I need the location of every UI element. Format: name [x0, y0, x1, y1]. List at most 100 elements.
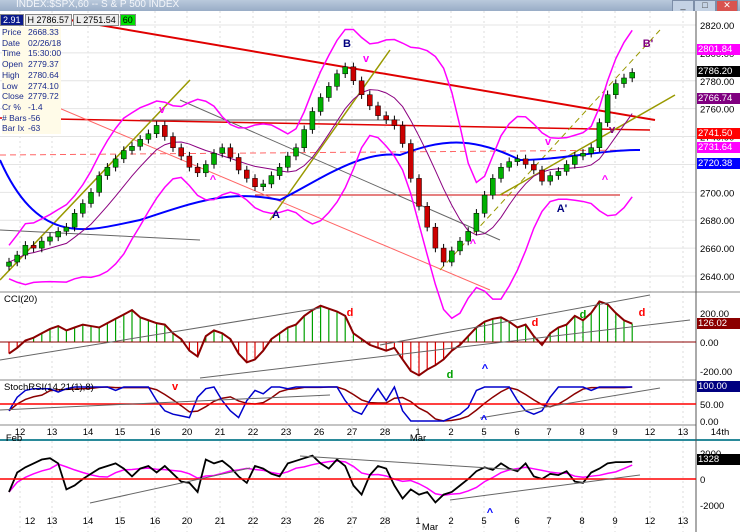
x-tick-label: 2 [448, 516, 453, 527]
candle [375, 105, 381, 116]
candle [162, 125, 168, 137]
annotation-label: ^ [487, 507, 494, 519]
candle [178, 147, 184, 157]
panel-title: CCI(20) [4, 294, 37, 305]
candle [112, 158, 119, 168]
x-tick-label: 12 [645, 516, 656, 527]
info-row: Time 15:30:00 [2, 48, 61, 59]
x-tick-label: 26 [314, 516, 325, 527]
x-tick-label: 15 [115, 427, 126, 438]
x-tick-label: 15 [115, 516, 126, 527]
candle [203, 164, 209, 174]
info-value: 2668.33 [28, 27, 59, 37]
x-tick-label: 8 [579, 516, 584, 527]
low-value: L 2751.54 [73, 14, 119, 26]
candle [506, 161, 512, 168]
info-value: -56 [28, 112, 41, 123]
annotation-label: ^ [602, 174, 609, 186]
candle [580, 153, 586, 157]
candle [547, 175, 553, 182]
candle [588, 147, 594, 154]
x-tick-label: 27 [347, 427, 358, 438]
info-label: Price [2, 27, 22, 37]
info-value: 02/26/18 [28, 37, 62, 48]
x-tick-label: 12 [25, 516, 36, 527]
candle [604, 94, 611, 123]
candle [104, 166, 111, 176]
candle [194, 166, 201, 174]
x-tick-label: 9 [612, 516, 617, 527]
candle [342, 66, 348, 75]
y-tick-label: -200.00 [700, 367, 732, 378]
candle [383, 115, 389, 121]
candle [367, 94, 373, 107]
x-tick-label: 8 [579, 427, 584, 438]
x-tick-label: 12 [645, 427, 656, 438]
annotation-label: v [545, 136, 552, 148]
x-tick-label: 7 [546, 427, 551, 438]
candle [293, 147, 299, 157]
x-tick-label: 6 [514, 427, 519, 438]
candle [55, 231, 61, 238]
y-tick-label: 0 [700, 475, 705, 486]
x-tick-label: 26 [314, 427, 325, 438]
candle [219, 147, 225, 154]
candle [6, 261, 12, 267]
candle [170, 136, 176, 148]
annotation-label: d [580, 309, 587, 321]
interval-badge[interactable]: 60 [119, 14, 136, 26]
x-tick-label: 14th [711, 427, 730, 438]
annotation-label: d [639, 307, 646, 319]
candle [39, 240, 45, 249]
candle [334, 73, 340, 87]
candle [63, 226, 70, 232]
annotation-label: d [347, 307, 354, 319]
data-window: Price 2668.33 Date 02/26/18 Time 15:30:00 Open… [2, 27, 62, 135]
candle [563, 164, 570, 172]
candle [621, 77, 627, 84]
x-tick-label: 14 [83, 427, 94, 438]
candle [317, 97, 324, 112]
info-value: 2774.10 [28, 80, 59, 91]
annotation-label: ^ [210, 174, 217, 186]
x-tick-label: 16 [150, 516, 161, 527]
candle [309, 111, 316, 130]
candle [473, 212, 480, 232]
x-tick-label: 6 [514, 516, 519, 527]
x-tick-label: 28 [380, 427, 391, 438]
info-row: Close 2779.72 [2, 91, 61, 102]
candle [326, 86, 332, 98]
price-tag: 2741.50 [697, 128, 740, 140]
info-row: Cr % -1.4 [2, 102, 61, 113]
candle [137, 139, 143, 147]
info-label: Cr % [2, 101, 21, 112]
x-tick-label: 14 [83, 516, 94, 527]
cci-tag: 126.02 [697, 317, 740, 329]
candle [121, 150, 127, 160]
x-tick-label: 23 [281, 427, 292, 438]
info-label: Bar Ix [2, 123, 25, 134]
x-tick-label: 27 [347, 516, 358, 527]
candle [350, 66, 357, 82]
annotation-label: A' [557, 203, 568, 215]
candle [629, 72, 635, 79]
info-row: Low 2774.10 [2, 81, 61, 92]
x-tick-label: 13 [47, 516, 58, 527]
x-tick-label: 20 [182, 427, 193, 438]
price-tag: 2731.64 [697, 142, 740, 154]
candle [490, 178, 496, 196]
panel-title: StochRSI(14,21(1),8) [4, 382, 94, 393]
annotation-label: v [159, 104, 166, 116]
price-chart: 1212131314141515161620202121222223232626… [0, 11, 740, 532]
info-label: High [2, 69, 20, 80]
x-tick-label: 20 [182, 516, 193, 527]
change-value: 2.91 [0, 14, 24, 26]
candle [96, 175, 102, 193]
y-tick-label: 0.00 [700, 417, 719, 428]
x-month-label: Mar [410, 433, 426, 444]
candle [481, 194, 488, 214]
info-row: # Bars-56 [2, 113, 61, 124]
x-tick-label: 13 [678, 427, 689, 438]
info-row: Price 2668.33 [2, 27, 61, 38]
candle [432, 226, 439, 249]
